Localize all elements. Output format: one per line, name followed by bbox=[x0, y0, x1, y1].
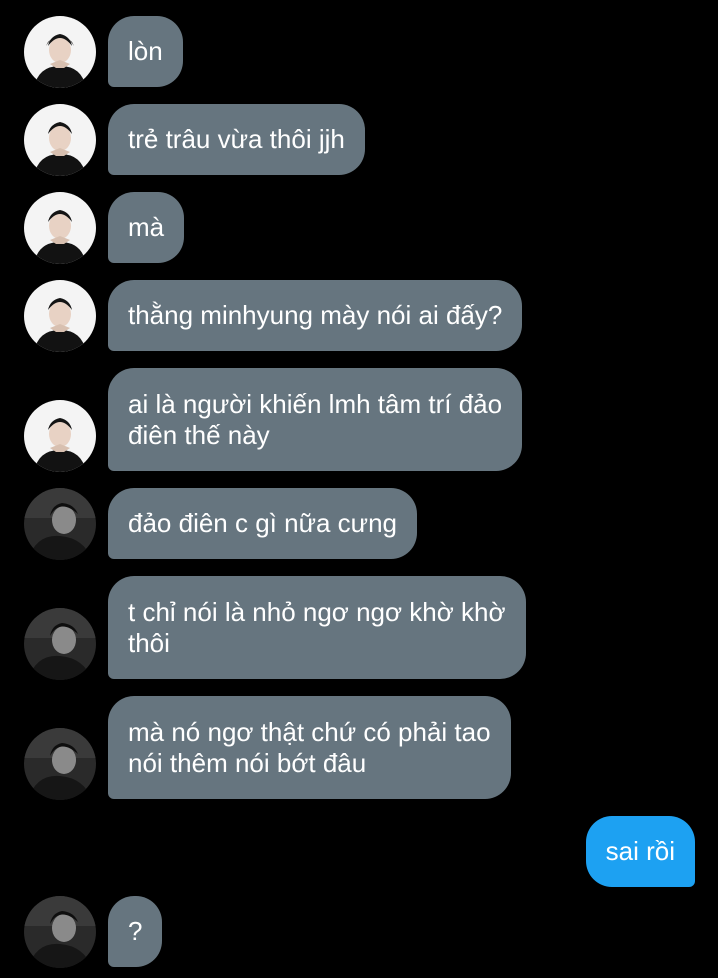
message-bubble[interactable]: mà bbox=[108, 192, 185, 263]
message-bubble[interactable]: thằng minhyung mày nói ai đấy? bbox=[108, 280, 523, 351]
avatar-user-b[interactable] bbox=[24, 608, 96, 680]
message-text: trẻ trâu vừa thôi jjh bbox=[128, 124, 345, 154]
message-text: lòn bbox=[128, 36, 163, 66]
message-bubble[interactable]: mà nó ngơ thật chứ có phải tao nói thêm … bbox=[108, 696, 511, 799]
avatar-user-b[interactable] bbox=[24, 896, 96, 968]
message-bubble[interactable]: đảo điên c gì nữa cưng bbox=[108, 488, 417, 559]
message-bubble[interactable]: t chỉ nói là nhỏ ngơ ngơ khờ khờ thôi bbox=[108, 576, 526, 679]
conversation-thread[interactable]: lòn trẻ trâu vừa thôi jjh mà thằng minhy… bbox=[0, 0, 718, 978]
message-bubble[interactable]: ai là người khiến lmh tâm trí đảo điên t… bbox=[108, 368, 523, 471]
message-text: t chỉ nói là nhỏ ngơ ngơ khờ khờ bbox=[128, 596, 506, 627]
message-text: sai rồi bbox=[605, 836, 675, 866]
message-text: mà bbox=[128, 212, 165, 242]
message-text: điên thế này bbox=[128, 419, 270, 450]
avatar-user-a[interactable] bbox=[24, 104, 96, 176]
message-text: nói thêm nói bớt đâu bbox=[128, 747, 367, 778]
message-text: ai là người khiến lmh tâm trí đảo bbox=[128, 388, 503, 419]
message-bubble[interactable]: ? bbox=[108, 896, 163, 967]
avatar-user-a[interactable] bbox=[24, 16, 96, 88]
message-text: đảo điên c gì nữa cưng bbox=[128, 508, 397, 538]
avatar-user-a[interactable] bbox=[24, 192, 96, 264]
message-text: thôi bbox=[128, 627, 170, 658]
avatar-user-a[interactable] bbox=[24, 400, 96, 472]
avatar-user-a[interactable] bbox=[24, 280, 96, 352]
avatar-user-b[interactable] bbox=[24, 728, 96, 800]
message-bubble[interactable]: trẻ trâu vừa thôi jjh bbox=[108, 104, 365, 175]
message-bubble[interactable]: lòn bbox=[108, 16, 183, 87]
sent-message-bubble[interactable]: sai rồi bbox=[585, 816, 695, 887]
message-text: mà nó ngơ thật chứ có phải tao bbox=[128, 716, 491, 747]
message-text: thằng minhyung mày nói ai đấy? bbox=[128, 300, 503, 330]
message-text: ? bbox=[128, 916, 143, 946]
avatar-user-b[interactable] bbox=[24, 488, 96, 560]
